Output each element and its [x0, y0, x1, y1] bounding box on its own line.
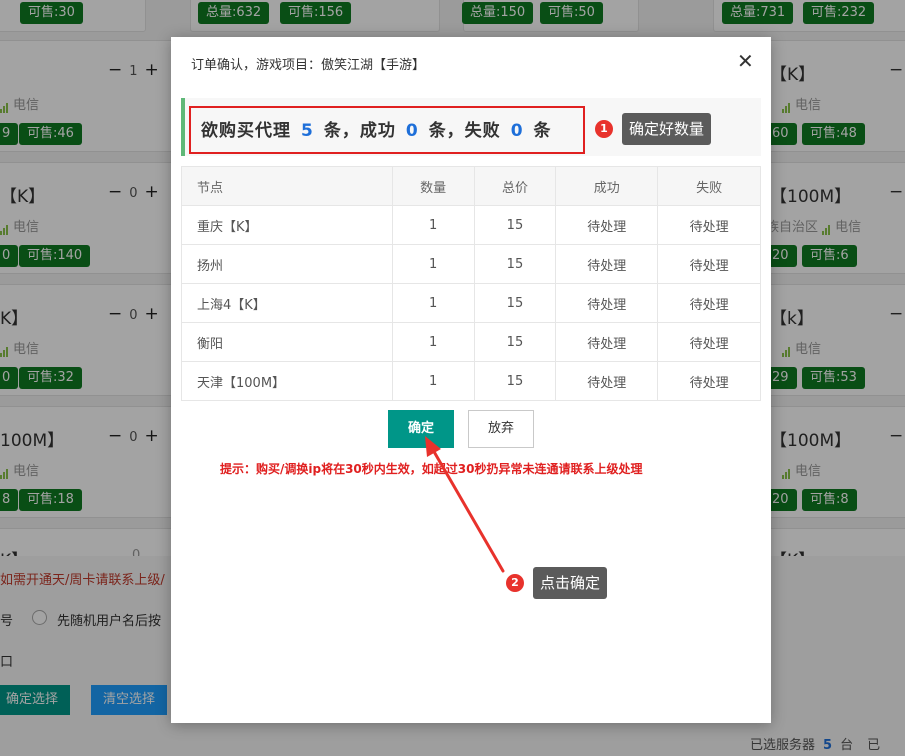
- table-row: 重庆【K】 1 15 待处理 待处理: [181, 205, 761, 245]
- quantity-cell: 1: [391, 244, 475, 284]
- column-header: 成功: [555, 166, 659, 206]
- failed-cell: 待处理: [657, 361, 761, 401]
- quantity-cell: 1: [391, 205, 475, 245]
- total-count: 5: [301, 121, 314, 141]
- quantity-cell: 1: [391, 361, 475, 401]
- success-cell: 待处理: [555, 244, 659, 284]
- dialog-title: 订单确认，游戏项目：傲笑江湖【手游】: [191, 58, 426, 73]
- confirm-button[interactable]: 确定: [388, 410, 454, 448]
- success-cell: 待处理: [555, 283, 659, 323]
- node-cell: 上海4【K】: [181, 283, 393, 323]
- success-cell: 待处理: [555, 361, 659, 401]
- order-summary: 欲购买代理 5 条，成功 0 条，失败 0 条: [201, 121, 552, 141]
- step-marker: 1: [595, 120, 613, 138]
- failed-cell: 待处理: [657, 322, 761, 362]
- table-row: 天津【100M】 1 15 待处理 待处理: [181, 361, 761, 401]
- quantity-cell: 1: [391, 322, 475, 362]
- column-header: 节点: [181, 166, 393, 206]
- price-cell: 15: [473, 244, 557, 284]
- failed-cell: 待处理: [657, 244, 761, 284]
- price-cell: 15: [473, 361, 557, 401]
- success-cell: 待处理: [555, 205, 659, 245]
- price-cell: 15: [473, 205, 557, 245]
- price-cell: 15: [473, 322, 557, 362]
- table-header-row: 节点 数量 总价 成功 失败: [181, 166, 761, 206]
- failed-count: 0: [510, 121, 524, 141]
- success-count: 0: [405, 121, 419, 141]
- quantity-cell: 1: [391, 283, 475, 323]
- column-header: 失败: [657, 166, 761, 206]
- failed-cell: 待处理: [657, 205, 761, 245]
- hint-text: 提示：购买/调换ip将在30秒内生效，如超过30秒扔异常未连通请联系上级处理: [220, 462, 643, 476]
- price-cell: 15: [473, 283, 557, 323]
- callout-label: 点击确定: [533, 567, 608, 599]
- node-cell: 衡阳: [181, 322, 393, 362]
- failed-cell: 待处理: [657, 283, 761, 323]
- table-row: 衡阳 1 15 待处理 待处理: [181, 322, 761, 362]
- order-table: 节点 数量 总价 成功 失败 重庆【K】 1 15 待处理 待处理 扬州 1 1…: [181, 166, 761, 401]
- node-cell: 重庆【K】: [181, 205, 393, 245]
- column-header: 总价: [473, 166, 557, 206]
- table-row: 上海4【K】 1 15 待处理 待处理: [181, 283, 761, 323]
- close-icon[interactable]: ✕: [737, 51, 754, 71]
- success-cell: 待处理: [555, 322, 659, 362]
- abandon-button[interactable]: 放弃: [468, 410, 534, 448]
- column-header: 数量: [391, 166, 475, 206]
- table-row: 扬州 1 15 待处理 待处理: [181, 244, 761, 284]
- node-cell: 天津【100M】: [181, 361, 393, 401]
- step-marker: 2: [506, 574, 524, 592]
- node-cell: 扬州: [181, 244, 393, 284]
- callout-label: 确定好数量: [622, 113, 712, 145]
